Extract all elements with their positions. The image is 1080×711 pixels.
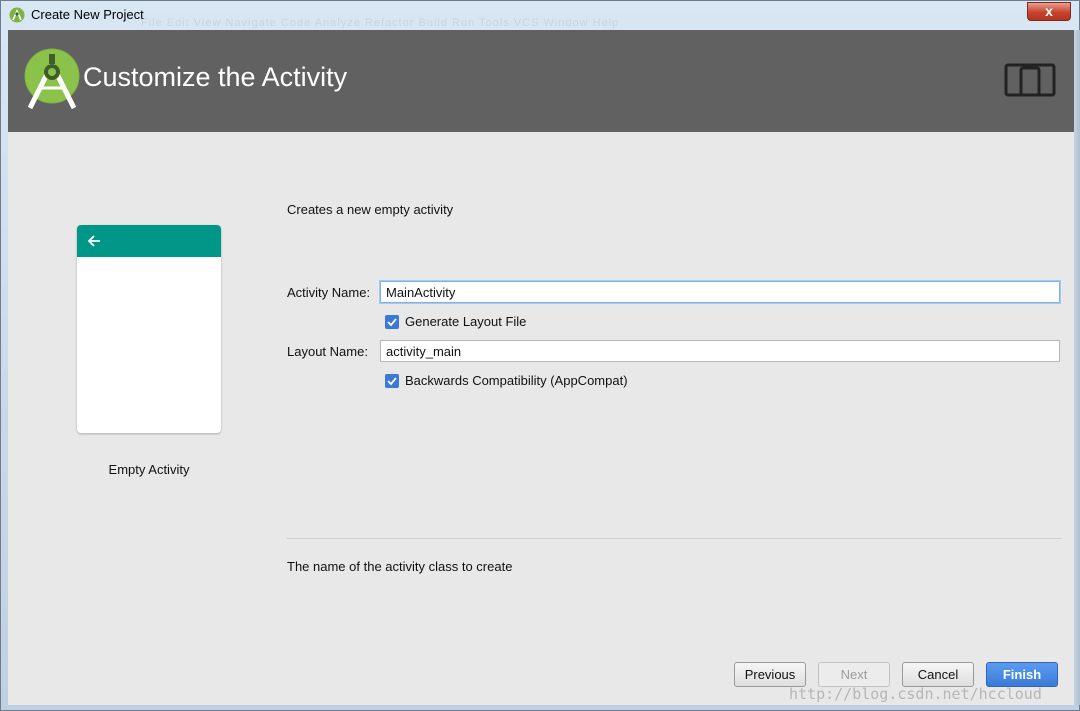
page-title: Customize the Activity	[83, 62, 348, 92]
checkmark-icon	[387, 377, 397, 386]
android-studio-icon	[9, 7, 25, 23]
close-icon: x	[1045, 3, 1053, 19]
title-bar[interactable]: Create New Project File Edit View Naviga…	[1, 1, 1079, 29]
backwards-compat-label[interactable]: Backwards Compatibility (AppCompat)	[405, 373, 628, 388]
dialog-window: Create New Project File Edit View Naviga…	[0, 0, 1080, 711]
back-arrow-icon	[87, 235, 100, 247]
generate-layout-label[interactable]: Generate Layout File	[405, 314, 526, 329]
template-description: Creates a new empty activity	[287, 202, 454, 217]
activity-name-label: Activity Name:	[287, 285, 371, 300]
field-hint: The name of the activity class to create	[287, 559, 513, 574]
window-title: Create New Project	[31, 7, 144, 22]
layout-name-input[interactable]	[380, 340, 1060, 362]
devices-icon	[1004, 63, 1056, 97]
divider	[287, 538, 1061, 539]
previous-button[interactable]: Previous	[734, 662, 806, 687]
checkbox-checked[interactable]	[385, 374, 399, 388]
android-studio-logo-icon	[24, 48, 80, 110]
preview-app-bar	[77, 225, 221, 257]
cancel-button[interactable]: Cancel	[902, 662, 974, 687]
wizard-body: Customize the Activity Empty Activity Cr…	[8, 30, 1074, 705]
layout-name-label: Layout Name:	[287, 344, 368, 359]
checkmark-icon	[387, 318, 397, 327]
template-preview	[77, 225, 221, 433]
watermark-text: http://blog.csdn.net/hccloud	[789, 685, 1042, 703]
wizard-header: Customize the Activity	[8, 30, 1074, 132]
close-button[interactable]: x	[1027, 2, 1071, 21]
background-menu-ghost: File Edit View Navigate Code Analyze Ref…	[141, 17, 620, 29]
finish-button[interactable]: Finish	[986, 662, 1058, 687]
next-button[interactable]: Next	[818, 662, 890, 687]
window-border-strip	[1074, 30, 1080, 705]
activity-name-input[interactable]	[380, 281, 1060, 303]
checkbox-checked[interactable]	[385, 315, 399, 329]
template-name: Empty Activity	[108, 462, 190, 477]
